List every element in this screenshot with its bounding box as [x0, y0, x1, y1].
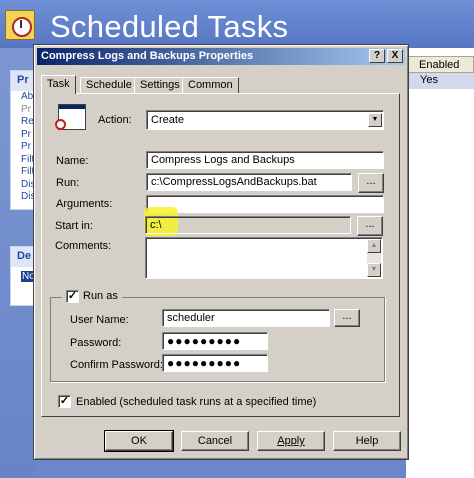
background-task-list: Enabled Yes: [406, 48, 474, 478]
arguments-label: Arguments:: [56, 198, 113, 210]
scheduled-tasks-title: Scheduled Tasks: [50, 9, 289, 44]
help-button[interactable]: Help: [333, 431, 401, 451]
enabled-column-header[interactable]: Enabled: [406, 56, 474, 73]
tab-settings[interactable]: Settings: [134, 77, 186, 93]
dialog-title-bar[interactable]: Compress Logs and Backups Properties ? X: [37, 48, 405, 65]
tab-schedule[interactable]: Schedule: [80, 77, 138, 93]
start-in-browse-button[interactable]: ...: [357, 216, 383, 236]
task-window-icon: [55, 104, 86, 130]
clock-icon: [55, 119, 66, 130]
action-selected-value: Create: [151, 114, 185, 126]
enabled-label: Enabled (scheduled task runs at a specif…: [76, 396, 317, 408]
action-label: Action:: [98, 114, 132, 126]
comments-label: Comments:: [55, 240, 112, 252]
user-browse-button[interactable]: ...: [334, 309, 360, 327]
enabled-checkbox[interactable]: ✓: [58, 395, 71, 408]
run-label: Run:: [56, 177, 80, 189]
comments-scrollbar[interactable]: ▲ ▼: [367, 239, 381, 277]
start-in-label: Start in:: [55, 220, 93, 232]
confirm-password-label: Confirm Password:: [70, 359, 163, 371]
name-label: Name:: [56, 155, 89, 167]
password-label: Password:: [70, 337, 122, 349]
scheduled-tasks-header: Scheduled Tasks: [0, 0, 474, 48]
scroll-down-icon[interactable]: ▼: [367, 263, 381, 277]
run-browse-button[interactable]: ...: [358, 173, 384, 193]
run-as-checkbox[interactable]: ✓: [66, 290, 79, 303]
name-field[interactable]: [146, 151, 384, 169]
task-properties-dialog: Compress Logs and Backups Properties ? X…: [33, 44, 409, 460]
password-field[interactable]: ●●●●●●●●●: [162, 332, 268, 350]
scroll-up-icon[interactable]: ▲: [367, 239, 381, 253]
tab-task[interactable]: Task: [41, 75, 76, 94]
dialog-title: Compress Logs and Backups Properties: [41, 50, 254, 62]
run-field[interactable]: [146, 173, 352, 191]
help-title-button[interactable]: ?: [369, 49, 385, 63]
user-name-label: User Name:: [70, 314, 129, 326]
apply-label: Apply: [277, 435, 305, 447]
cancel-button[interactable]: Cancel: [181, 431, 249, 451]
chevron-down-icon[interactable]: ▼: [368, 113, 382, 127]
start-in-field[interactable]: [145, 216, 351, 234]
apply-button[interactable]: Apply: [257, 431, 325, 451]
close-button[interactable]: X: [387, 49, 403, 63]
action-select[interactable]: Create: [146, 110, 384, 130]
tab-common[interactable]: Common: [182, 77, 239, 93]
scheduled-tasks-folder-icon: [5, 10, 35, 40]
user-name-field[interactable]: [162, 309, 330, 327]
run-as-label: Run as: [83, 290, 118, 302]
run-as-legend: ✓ Run as: [62, 289, 122, 305]
ok-button[interactable]: OK: [104, 430, 174, 452]
enabled-cell-value[interactable]: Yes: [406, 73, 474, 89]
confirm-password-field[interactable]: ●●●●●●●●●: [162, 354, 268, 372]
comments-field[interactable]: ▲ ▼: [145, 237, 383, 279]
arguments-field[interactable]: [146, 195, 384, 213]
